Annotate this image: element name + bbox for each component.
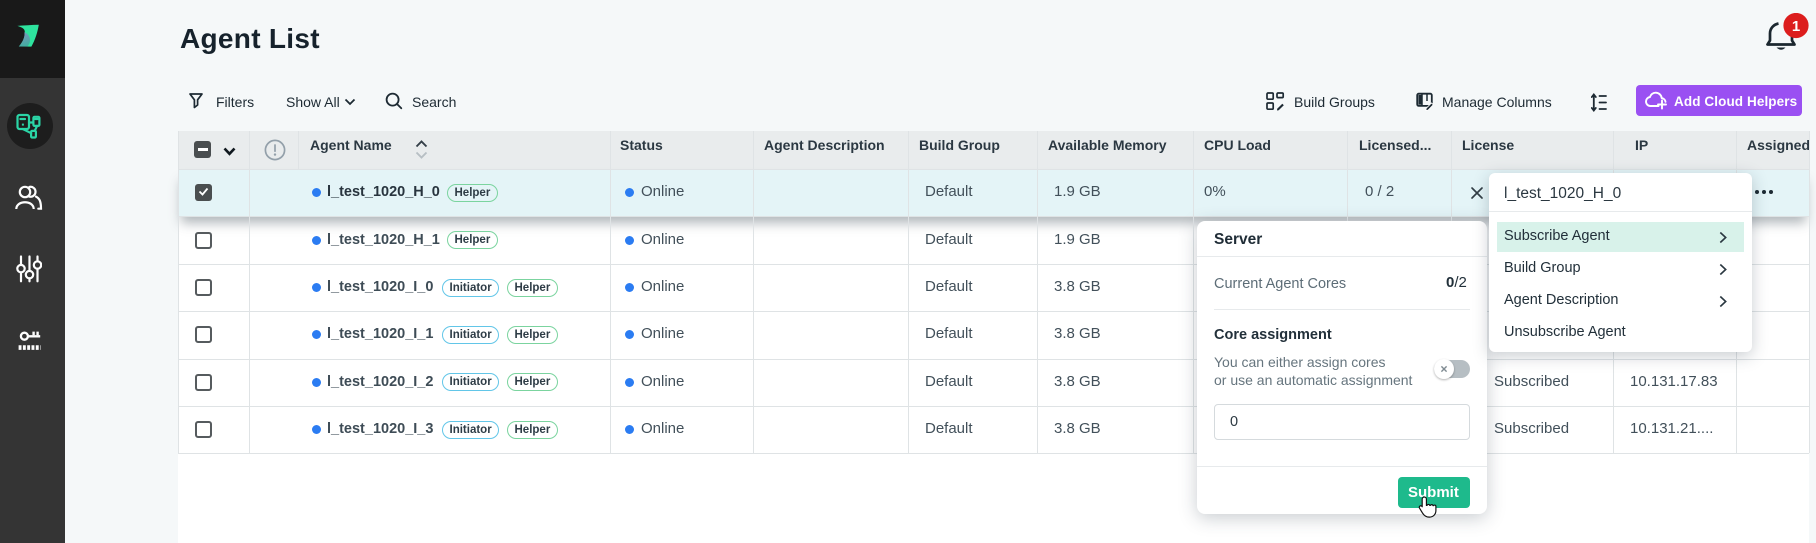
svg-text:1: 1 [1792, 18, 1800, 35]
